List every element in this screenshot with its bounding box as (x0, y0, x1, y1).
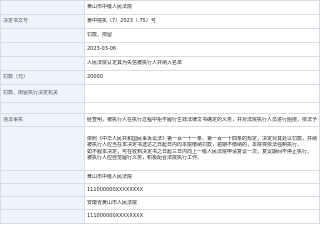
row-value: 黄中院执（7）2023（ 75）号 (84, 14, 320, 29)
row-label: 罚款、拘留执行决定机关 (0, 84, 85, 103)
violation-facts-label: 违法事实 (3, 116, 24, 123)
penalty-basis-line: 被执行人应自觉履行义务，积极配合法院执行工作。 (87, 155, 203, 161)
decision-number-value: 黄中院执（7）2023（ 75）号 (87, 18, 156, 25)
row-decision-number: 决定书文号 黄中院执（7）2023（ 75）号 (0, 14, 320, 29)
row-source-code: 111000000XXXXXXXX (0, 209, 320, 224)
row-executing-authority: 罚款、拘留执行决定机关 (0, 84, 320, 103)
row-label (0, 56, 85, 71)
row-violation-facts: 违法事实 经查明，被执行人在执行过程中拒不履行生效法律文书确定的义务，并对法院执… (0, 113, 320, 127)
row-value: 依照《中华人民共和国民事诉讼法》第一百一十一条、第一百一十四条的规定，决定对其处… (84, 126, 320, 171)
row-value: 2023-03-06 (84, 42, 320, 57)
row-value: 黄山市中级人民法院 (84, 170, 320, 184)
issuing-authority-value: 黄山市中级人民法院 (87, 4, 133, 11)
row-label (0, 196, 85, 210)
executing-authority-label: 罚款、拘留执行决定机关 (3, 90, 59, 97)
penalty-basis-line: 被执行人应当在本决定书送达之日起日内向本院缴纳罚款，逾期不缴纳的，本院将依法强制… (87, 142, 303, 148)
source-code-value: 111000000XXXXXXXX (87, 213, 144, 220)
row-label (0, 183, 85, 197)
row-decision-date: 2023-03-06 (0, 42, 320, 57)
row-label (0, 126, 85, 171)
row-authority-code: 111000000XXXXXXXX (0, 183, 320, 197)
row-label (0, 170, 85, 184)
row-label (0, 0, 85, 15)
row-value: 经查明，被执行人在执行过程中拒不履行生效法律文书确定的义务，并对法院执行人员进行… (84, 113, 320, 127)
row-label (0, 102, 85, 114)
authority-code-value: 111000000XXXXXXXX (87, 186, 144, 193)
record-detail-table: 黄山市中级人民法院 决定书文号 黄中院执（7）2023（ 75）号 罚款、拘留 … (0, 0, 320, 224)
row-label (0, 42, 85, 57)
row-value (84, 102, 320, 114)
penalty-authority-value: 黄山市中级人民法院 (87, 173, 133, 180)
row-label: 罚款（元） (0, 70, 85, 85)
row-value: 20000 (84, 70, 320, 85)
row-value: 111000000XXXXXXXX (84, 209, 320, 224)
data-source-value: 安徽省黄山市人民法院 (87, 199, 138, 206)
row-data-source: 安徽省黄山市人民法院 (0, 196, 320, 210)
decision-number-label: 决定书文号 (3, 18, 29, 25)
decision-date-value: 2023-03-06 (87, 46, 117, 53)
fine-amount-value: 20000 (87, 74, 103, 81)
row-value: 人民法院认定其为失信被执行人并纳入名单 (84, 56, 320, 71)
row-value (84, 84, 320, 103)
row-empty (0, 102, 320, 114)
penalty-type-value: 罚款、拘留 (87, 32, 113, 39)
row-value: 安徽省黄山市人民法院 (84, 196, 320, 210)
violation-facts-value: 经查明，被执行人在执行过程中拒不履行生效法律文书确定的义务，并对法院执行人员进行… (87, 116, 317, 123)
fine-amount-label: 罚款（元） (3, 74, 29, 81)
row-penalty-type: 罚款、拘留 (0, 28, 320, 43)
row-penalty-authority: 黄山市中级人民法院 (0, 170, 320, 184)
penalty-content-value: 人民法院认定其为失信被执行人并纳入名单 (87, 60, 183, 67)
row-fine-amount: 罚款（元） 20000 (0, 70, 320, 85)
row-issuing-authority: 黄山市中级人民法院 (0, 0, 320, 15)
row-value: 罚款、拘留 (84, 28, 320, 43)
row-label: 决定书文号 (0, 14, 85, 29)
row-penalty-basis: 依照《中华人民共和国民事诉讼法》第一百一十一条、第一百一十四条的规定，决定对其处… (0, 126, 320, 171)
row-label (0, 28, 85, 43)
row-value: 黄山市中级人民法院 (84, 0, 320, 15)
row-label (0, 209, 85, 224)
row-label: 违法事实 (0, 113, 85, 127)
record-detail-page: 黄山市中级人民法院 决定书文号 黄中院执（7）2023（ 75）号 罚款、拘留 … (0, 0, 320, 240)
row-penalty-content: 人民法院认定其为失信被执行人并纳入名单 (0, 56, 320, 71)
row-value: 111000000XXXXXXXX (84, 183, 320, 197)
